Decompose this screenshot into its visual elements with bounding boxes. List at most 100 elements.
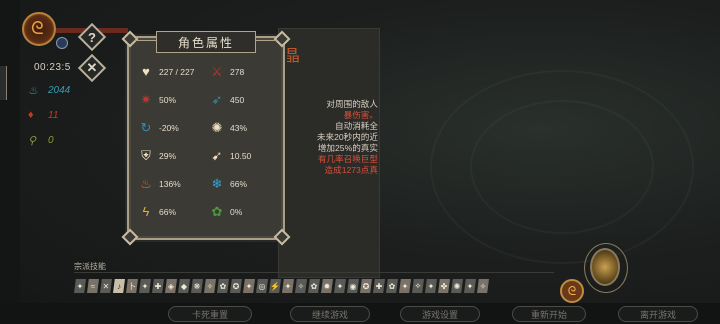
skill-slot-icon[interactable]: ✺ bbox=[451, 279, 463, 293]
skill-slot-icon[interactable]: ✧ bbox=[477, 279, 489, 293]
skill-slot-icon[interactable]: ◆ bbox=[178, 279, 190, 293]
stat-value: 278 bbox=[230, 67, 245, 77]
attack-claw-icon: ⚔ bbox=[211, 64, 223, 79]
stat-value: 43% bbox=[230, 123, 248, 133]
bottom-menu-button[interactable]: 重新开始 bbox=[512, 306, 586, 322]
bottom-menu-button[interactable]: 离开游戏 bbox=[618, 306, 698, 322]
skill-slot-icon[interactable]: ◉ bbox=[347, 279, 359, 293]
skill-slot-icon[interactable]: ⚡ bbox=[269, 279, 281, 293]
dragon-icon: ᘓ bbox=[31, 18, 44, 38]
skill-slot-icon[interactable]: ✦ bbox=[74, 279, 86, 293]
panel-title: 角色属性 bbox=[177, 35, 234, 50]
skills-divider bbox=[74, 272, 554, 273]
header-wing-right bbox=[256, 40, 277, 41]
skill-slot-icon[interactable]: ✦ bbox=[282, 279, 294, 293]
description-line: 造成1273点真 bbox=[324, 165, 379, 175]
stat-value: 136% bbox=[159, 179, 181, 189]
stat-item[interactable]: ✷ 50% bbox=[139, 93, 176, 107]
skill-slot-icon[interactable]: ✦ bbox=[399, 279, 411, 293]
lantern-icon[interactable] bbox=[590, 248, 620, 286]
description-line: 未来20秒内的近 bbox=[316, 132, 378, 142]
skill-slot-icon[interactable]: ✦ bbox=[334, 279, 346, 293]
dodge-wing-icon: ✺ bbox=[211, 120, 223, 135]
background-swirl-decoration-inner bbox=[470, 100, 654, 234]
skill-icon-strip: ✦ ≈ ✕ ♪ 卜 ✦ ✚ ◈ ◆ ❋ ✧ ✿ ✪ ✦ ◎ ⚡ ✦ ✧ ✿ ✹ ✦ ◉ ✪ ✚ ✿ ✦ ⟡ ✦ ✤ ✺ ✦ ✧ bbox=[74, 279, 490, 293]
stat-item[interactable]: ➶ 450 bbox=[210, 92, 245, 107]
stat-item[interactable]: ✺ 43% bbox=[210, 121, 247, 135]
panel-header: 角色属性 bbox=[156, 31, 256, 53]
skill-slot-icon[interactable]: ✪ bbox=[360, 279, 372, 293]
sect-skills-label: 宗派技能 bbox=[74, 262, 106, 271]
skill-slot-icon[interactable]: ≈ bbox=[87, 279, 99, 293]
mana-gem-icon bbox=[56, 37, 68, 49]
skill-slot-icon[interactable]: ✦ bbox=[139, 279, 151, 293]
skill-slot-icon[interactable]: 卜 bbox=[126, 279, 138, 293]
resource-value: 11 bbox=[48, 109, 59, 121]
skill-slot-icon[interactable]: ✧ bbox=[204, 279, 216, 293]
skill-slot-icon[interactable]: ✿ bbox=[308, 279, 320, 293]
skill-slot-icon[interactable]: ✿ bbox=[386, 279, 398, 293]
damage-reduction-icon: ↻ bbox=[140, 120, 152, 135]
skill-slot-icon[interactable]: ⟡ bbox=[412, 279, 424, 293]
description-line: 自动消耗全 bbox=[335, 121, 378, 131]
description-line: 有几率召唤巨型 bbox=[317, 154, 378, 164]
left-edge-strip bbox=[0, 0, 20, 324]
header-wing-left bbox=[135, 40, 156, 41]
skill-slot-icon[interactable]: ✦ bbox=[464, 279, 476, 293]
stat-item[interactable]: ♥ 227 / 227 bbox=[139, 65, 194, 79]
snowflake-icon: ❄ bbox=[211, 176, 223, 191]
stat-item[interactable]: ✿ 0% bbox=[210, 204, 243, 219]
skill-slot-icon[interactable]: ✚ bbox=[373, 279, 385, 293]
skill-slot-icon[interactable]: ✦ bbox=[243, 279, 255, 293]
bottom-menu-button[interactable]: 卡死重置 bbox=[168, 306, 252, 322]
stat-item[interactable]: ⛨ 29% bbox=[139, 149, 176, 163]
skill-slot-icon[interactable]: ✕ bbox=[100, 279, 112, 293]
key-icon: ⚲ bbox=[28, 135, 37, 147]
resource-item: ♦ 11 bbox=[28, 109, 58, 121]
skill-slot-icon[interactable]: ✿ bbox=[217, 279, 229, 293]
stat-item[interactable]: ↻ -20% bbox=[139, 121, 179, 135]
player-avatar[interactable]: ᘓ bbox=[22, 12, 56, 46]
bottom-menu-button[interactable]: 继续游戏 bbox=[290, 306, 370, 322]
blood-drop-icon: ♦ bbox=[28, 109, 34, 121]
skill-slot-icon[interactable]: ✤ bbox=[438, 279, 450, 293]
resource-item: ♨ 2044 bbox=[28, 84, 70, 98]
resource-item: ⚲ 0 bbox=[28, 134, 54, 148]
skill-slot-icon[interactable]: ✪ bbox=[230, 279, 242, 293]
skill-slot-icon[interactable]: ✚ bbox=[152, 279, 164, 293]
stat-item[interactable]: ♨ 136% bbox=[139, 177, 181, 191]
stat-value: 450 bbox=[230, 95, 245, 105]
stat-item[interactable]: ⚔ 278 bbox=[210, 65, 244, 79]
skill-slot-icon[interactable]: ✧ bbox=[295, 279, 307, 293]
stat-value: 227 / 227 bbox=[159, 67, 195, 77]
bottom-menu-button[interactable]: 游戏设置 bbox=[400, 306, 480, 322]
game-timer: 00:23:5 bbox=[34, 62, 71, 73]
skill-title-fragment: 晶 bbox=[284, 48, 301, 65]
stat-value: 29% bbox=[159, 151, 177, 161]
skill-slot-icon[interactable]: ✹ bbox=[321, 279, 333, 293]
crit-rate-icon: ✷ bbox=[140, 92, 152, 107]
resource-value: 0 bbox=[48, 134, 54, 146]
stat-item[interactable]: ➹ 10.50 bbox=[210, 149, 252, 163]
stat-value: 0% bbox=[230, 207, 243, 217]
stat-value: 66% bbox=[230, 179, 248, 189]
description-line: 增加25%的真实 bbox=[317, 143, 378, 153]
left-drawer-tab[interactable] bbox=[0, 66, 7, 100]
skill-slot-icon[interactable]: ◈ bbox=[165, 279, 177, 293]
stat-item[interactable]: ϟ 66% bbox=[139, 205, 176, 219]
stat-value: 50% bbox=[159, 95, 177, 105]
lightning-icon: ϟ bbox=[142, 204, 150, 219]
dragon-emblem-icon[interactable]: ᘓ bbox=[560, 279, 584, 303]
description-line: 对周围的敌人 bbox=[326, 99, 378, 109]
poison-swirl-icon: ✿ bbox=[211, 204, 223, 219]
skill-slot-icon[interactable]: ◎ bbox=[256, 279, 268, 293]
crit-damage-icon: ➶ bbox=[211, 92, 223, 107]
skill-slot-icon[interactable]: ♪ bbox=[113, 279, 125, 293]
skill-slot-icon[interactable]: ❋ bbox=[191, 279, 203, 293]
stat-item[interactable]: ❄ 66% bbox=[210, 177, 247, 191]
soul-flame-icon: ♨ bbox=[28, 85, 38, 97]
shield-icon: ⛨ bbox=[141, 148, 151, 163]
health-heart-icon: ♥ bbox=[142, 64, 150, 79]
description-line: 暴伤害。 bbox=[343, 110, 378, 120]
skill-slot-icon[interactable]: ✦ bbox=[425, 279, 437, 293]
